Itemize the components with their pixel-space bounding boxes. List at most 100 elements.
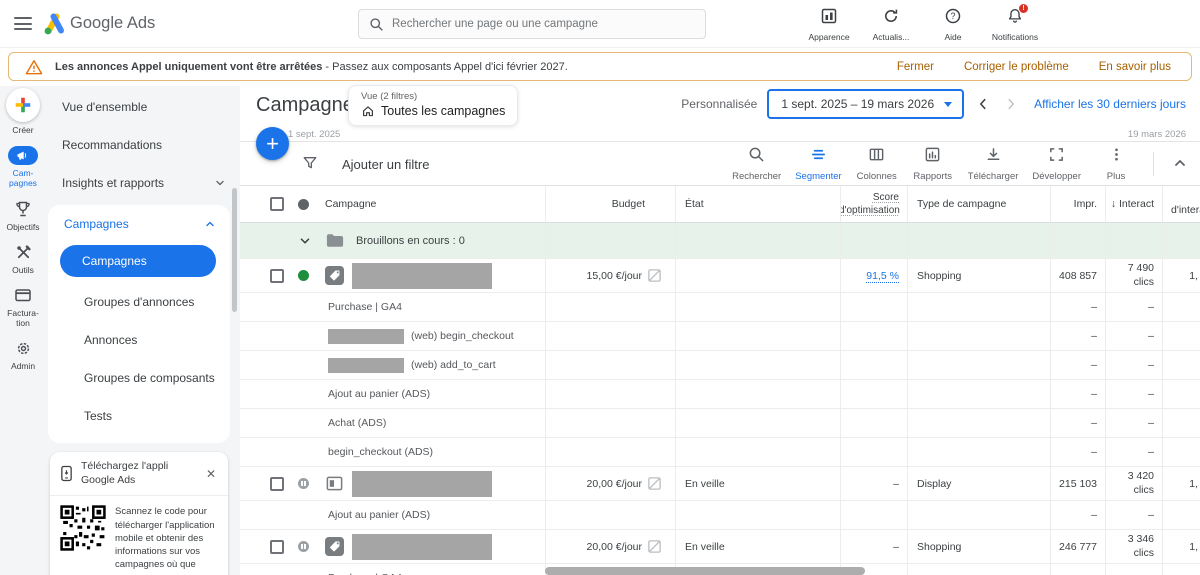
drafts-label: Brouillons en cours : 0 <box>356 235 465 247</box>
rail-item-billing[interactable]: Factura- tion <box>2 286 44 328</box>
sidebar-scrollbar[interactable] <box>232 188 237 312</box>
impressions-cell: – <box>1050 322 1105 350</box>
column-header-budget[interactable]: Budget <box>612 198 645 210</box>
row-checkbox[interactable] <box>270 540 284 554</box>
edit-budget-icon[interactable] <box>647 539 662 554</box>
conversion-name-cell: Ajout au panier (ADS) <box>240 380 545 408</box>
interactions-cell: – <box>1105 409 1162 437</box>
columns-icon <box>868 146 885 168</box>
nav-rail: Créer Cam- pagnes Objectifs Outils Factu… <box>0 88 46 372</box>
rail-item-tools[interactable]: Outils <box>2 243 44 275</box>
status-column-header-icon[interactable] <box>298 199 309 210</box>
warning-banner: Les annonces Appel uniquement vont être … <box>8 52 1192 81</box>
search-icon <box>369 17 384 32</box>
sidebar-item-recommendations[interactable]: Recommandations <box>46 126 240 164</box>
global-search[interactable] <box>358 9 706 39</box>
score-cell: – <box>840 467 907 500</box>
row-checkbox[interactable] <box>270 477 284 491</box>
redacted-campaign-name[interactable] <box>352 534 492 560</box>
edit-budget-icon[interactable] <box>647 476 662 491</box>
add-filter-button[interactable]: Ajouter un filtre <box>342 157 429 172</box>
sidebar-section-campaigns[interactable]: Campagnes <box>48 205 230 243</box>
conversion-subrow: Ajout au panier (ADS) – – <box>240 501 1200 530</box>
column-header-score[interactable]: Score d'optimisation <box>840 191 899 217</box>
learn-more-button[interactable]: En savoir plus <box>1099 61 1171 73</box>
interactions-cell: – <box>1105 380 1162 408</box>
column-header-campaign[interactable]: Campagne <box>325 198 376 210</box>
drafts-row[interactable]: Brouillons en cours : 0 <box>240 223 1200 259</box>
refresh-button[interactable]: Actualis... <box>864 7 918 42</box>
rail-item-campaigns[interactable]: Cam- pagnes <box>2 146 44 188</box>
column-header-state[interactable]: État <box>685 198 704 210</box>
topbar: Google Ads Apparence Actualis... ? Aide … <box>0 0 1200 48</box>
campaign-status-paused-icon[interactable] <box>298 541 309 552</box>
collapse-table-button[interactable] <box>1172 155 1188 171</box>
topbar-actions: Apparence Actualis... ? Aide ! Notificat… <box>802 7 1042 42</box>
add-campaign-button[interactable]: + <box>256 127 289 160</box>
row-checkbox[interactable] <box>270 269 284 283</box>
appearance-icon <box>820 7 838 30</box>
view-filter-chip[interactable]: Vue (2 filtres) Toutes les campagnes <box>348 85 518 126</box>
interaction-rate-cell: 1, <box>1162 530 1200 563</box>
conversion-label: Ajout au panier (ADS) <box>328 509 430 521</box>
redacted-campaign-name[interactable] <box>352 471 492 497</box>
sidebar-item-ads[interactable]: Annonces <box>48 321 230 359</box>
column-header-interactions[interactable]: ↓ Interact <box>1111 198 1154 210</box>
sidebar-item-overview[interactable]: Vue d'ensemble <box>46 88 240 126</box>
toolbar-search-button[interactable]: Rechercher <box>725 146 788 182</box>
campaign-status-enabled-icon[interactable] <box>298 270 309 281</box>
rail-item-admin[interactable]: Admin <box>2 339 44 371</box>
conversion-name-cell: (web) add_to_cart <box>240 351 545 379</box>
conversion-name-cell: Purchase | GA4 <box>240 564 545 575</box>
timeline-end-date: 19 mars 2026 <box>1128 129 1186 140</box>
sidebar-item-asset-groups[interactable]: Groupes de composants <box>48 359 230 397</box>
notification-badge: ! <box>1018 3 1029 14</box>
optimization-score-value[interactable]: 91,5 % <box>866 270 899 282</box>
timeline-start-date: 1 sept. 2025 <box>288 129 340 140</box>
appearance-button[interactable]: Apparence <box>802 7 856 42</box>
optimization-score-value: – <box>893 478 899 490</box>
fix-issue-button[interactable]: Corriger le problème <box>964 61 1069 73</box>
interaction-rate-cell: 1, <box>1162 467 1200 500</box>
rail-item-goals[interactable]: Objectifs <box>2 200 44 232</box>
close-icon[interactable]: ✕ <box>204 467 218 481</box>
edit-budget-icon[interactable] <box>647 268 662 283</box>
help-button[interactable]: ? Aide <box>926 7 980 42</box>
toolbar-reports-button[interactable]: Rapports <box>905 146 961 182</box>
menu-icon[interactable] <box>14 17 32 30</box>
column-header-impressions[interactable]: Impr. <box>1074 198 1097 210</box>
column-header-interaction-rate[interactable]: d'intera <box>1171 204 1200 216</box>
more-vertical-icon <box>1108 146 1125 168</box>
help-icon: ? <box>944 7 962 30</box>
conversion-subrow: Achat (ADS) – – <box>240 409 1200 438</box>
campaign-status-paused-icon[interactable] <box>298 478 309 489</box>
global-search-input[interactable] <box>392 18 695 30</box>
sidebar-item-insights[interactable]: Insights et rapports <box>46 164 240 202</box>
type-cell: Display <box>907 467 1050 500</box>
notifications-button[interactable]: ! Notifications <box>988 7 1042 42</box>
sidebar-item-experiments[interactable]: Tests <box>48 397 230 435</box>
toolbar-columns-button[interactable]: Colonnes <box>849 146 905 182</box>
date-range-selector[interactable]: 1 sept. 2025 – 19 mars 2026 <box>767 89 964 119</box>
budget-cell: 20,00 €/jour <box>545 467 675 500</box>
sidebar-item-campaigns-active[interactable]: Campagnes <box>60 245 216 277</box>
toolbar-more-button[interactable]: Plus <box>1088 146 1144 182</box>
toolbar-download-button[interactable]: Télécharger <box>961 146 1026 182</box>
caret-down-icon <box>944 102 952 107</box>
next-period-button[interactable] <box>1002 95 1020 113</box>
toolbar-expand-button[interactable]: Développer <box>1025 146 1088 182</box>
chevron-down-icon[interactable] <box>298 234 312 248</box>
table-header-row: Campagne Budget État Score d'optimisatio… <box>240 186 1200 223</box>
column-header-type[interactable]: Type de campagne <box>917 198 1006 210</box>
toolbar-segment-button[interactable]: Segmenter <box>788 146 848 182</box>
show-last-30-days-link[interactable]: Afficher les 30 derniers jours <box>1034 97 1186 111</box>
trophy-icon <box>14 200 33 219</box>
select-all-checkbox[interactable] <box>270 197 284 211</box>
conversion-subrow: (web) add_to_cart – – <box>240 351 1200 380</box>
table-horizontal-scrollbar[interactable] <box>545 567 865 575</box>
redacted-campaign-name[interactable] <box>352 263 492 289</box>
sidebar-item-ad-groups[interactable]: Groupes d'annonces <box>48 283 230 321</box>
rail-item-create[interactable]: Créer <box>2 88 44 135</box>
dismiss-banner-button[interactable]: Fermer <box>897 61 934 73</box>
prev-period-button[interactable] <box>974 95 992 113</box>
